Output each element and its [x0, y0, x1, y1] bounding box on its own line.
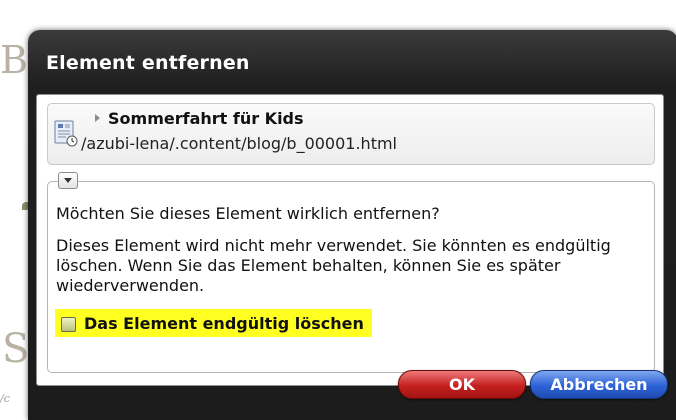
xmlpage-resource-icon: [54, 120, 78, 147]
info-text: Dieses Element wird nicht mehr verwendet…: [56, 236, 611, 295]
dialog-title: Element entfernen: [46, 52, 250, 74]
delete-permanently-checkbox[interactable]: [61, 316, 76, 332]
delete-element-dialog: Element entfernen Sommerfahrt für Kids /…: [28, 30, 676, 420]
background-text-fragment: S: [2, 326, 30, 372]
ok-button[interactable]: OK: [398, 370, 526, 399]
dialog-body: Sommerfahrt für Kids /azubi-lena/.conten…: [36, 94, 664, 386]
cancel-button[interactable]: Abbrechen: [530, 370, 668, 399]
resource-path: /azubi-lena/.content/blog/b_00001.html: [81, 134, 397, 153]
triangle-right-icon[interactable]: [95, 114, 100, 122]
resource-info-box: Sommerfahrt für Kids /azubi-lena/.conten…: [47, 103, 655, 165]
delete-permanently-label[interactable]: Das Element endgültig löschen: [84, 314, 364, 333]
background-text-fragment: B: [0, 38, 28, 82]
message-box: Möchten Sie dieses Element wirklich entf…: [47, 172, 655, 373]
resource-title: Sommerfahrt für Kids: [108, 109, 304, 128]
delete-permanently-option[interactable]: Das Element endgültig löschen: [55, 309, 372, 337]
triangle-down-icon: [64, 178, 72, 183]
collapse-toggle-button[interactable]: [58, 172, 78, 189]
background-text-fragment: /c: [0, 392, 10, 405]
confirm-question: Möchten Sie dieses Element wirklich entf…: [56, 204, 440, 223]
